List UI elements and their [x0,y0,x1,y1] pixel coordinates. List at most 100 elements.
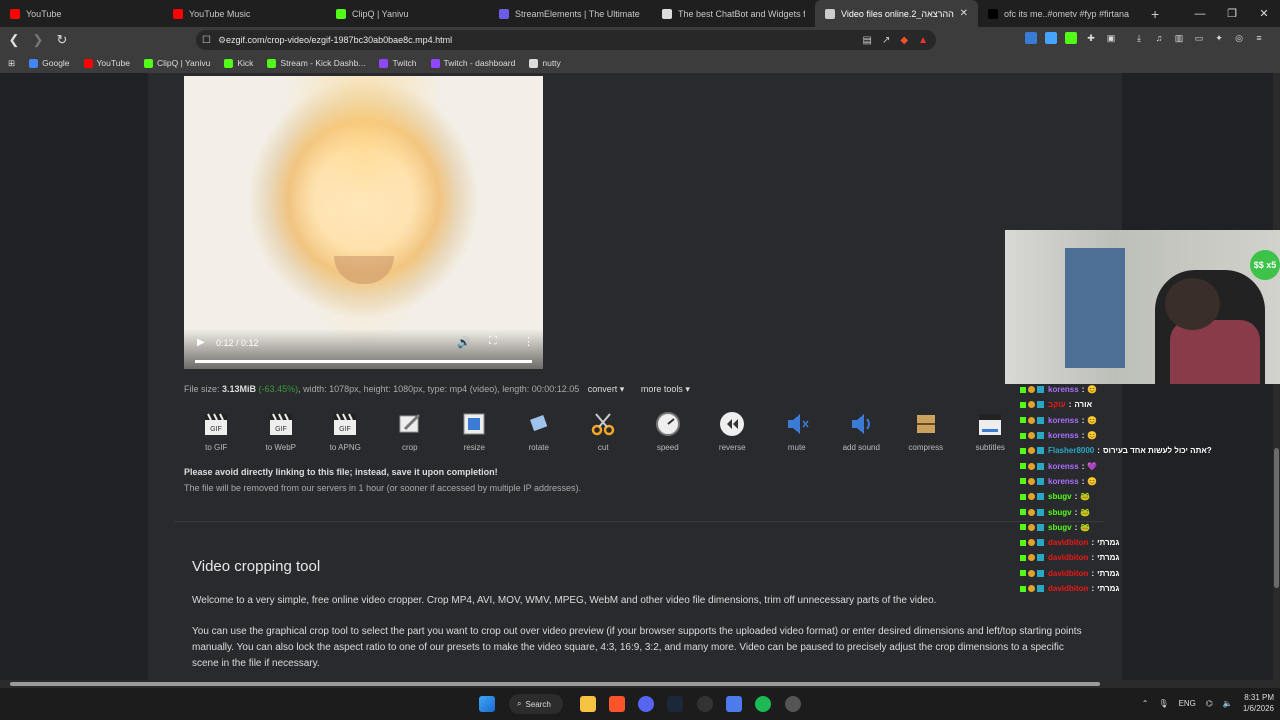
discord-icon[interactable] [638,696,654,712]
rewards-icon[interactable]: ▲ [918,35,928,46]
brave-icon[interactable] [609,696,625,712]
extension-icon[interactable] [1045,32,1057,44]
media-icon[interactable]: ♫ [1153,32,1165,44]
user-badge-icon [1037,447,1044,455]
tool-to-apng-button[interactable]: GIF to APNG [313,409,378,455]
tool-reverse-button[interactable]: reverse [700,409,765,455]
tab-favicon-icon [173,8,183,19]
sidebar-icon[interactable]: ▥ [1173,32,1185,44]
share-icon[interactable]: ↗ [882,35,890,46]
tool-resize-button[interactable]: resize [442,409,507,455]
bookmark-item[interactable]: YouTube [83,58,130,68]
horizontal-scrollbar[interactable] [0,680,1280,688]
reload-icon[interactable]: ↻ [52,32,72,48]
tab-label: ClipQ | Yanivu [352,8,409,19]
clock[interactable]: 8:31 PM 1/6/2026 [1243,692,1274,714]
windows-start-icon[interactable] [479,696,495,712]
bookmark-item[interactable]: ClipQ | Yanivu [143,58,210,68]
apps-icon[interactable]: ⊞ [8,58,15,69]
scrollbar-thumb[interactable] [10,682,1100,686]
tool-crop-button[interactable]: crop [378,409,443,455]
chevron-up-icon[interactable]: ⌃ [1142,699,1149,708]
tool-cut-button[interactable]: cut [571,409,636,455]
browser-tab[interactable]: ClipQ | Yanivu [326,0,489,27]
sub-badge-icon [1028,508,1035,516]
new-tab-button[interactable]: + [1141,0,1169,27]
file-explorer-icon[interactable] [580,696,596,712]
tool-subtitles-button[interactable]: subtitles [958,409,1023,455]
tool-to-gif-button[interactable]: GIF to GIF [184,409,249,455]
minimize-icon[interactable]: — [1184,0,1216,27]
bookmark-item[interactable]: Kick [224,58,253,68]
language-indicator[interactable]: ENG [1179,699,1196,708]
convert-dropdown[interactable]: convert ▾ [588,384,625,394]
network-icon[interactable]: ⌬ [1206,699,1213,708]
chat-message: davidbiton: גמרתי [1020,535,1280,550]
omnibox[interactable]: ☐ ⚙ ezgif.com/crop-video/ezgif-1987bc30a… [196,30,936,50]
bookmark-item[interactable]: Twitch - dashboard [430,58,515,68]
tool-label: resize [463,443,485,452]
site-info-icon[interactable]: ⚙ [218,35,226,46]
menu-icon[interactable]: ≡ [1253,32,1265,44]
browser-tab[interactable]: Video files online.2_יניב ההרצאה✕ [815,0,978,27]
extension-icon[interactable] [1025,32,1037,44]
reader-icon[interactable]: ▤ [863,35,872,46]
close-tab-icon[interactable]: ✕ [954,8,968,19]
sub-badge-icon [1028,447,1035,455]
bookmark-item[interactable]: Twitch [379,58,417,68]
tool-add-sound-button[interactable]: add sound [829,409,894,455]
close-icon[interactable]: ✕ [1248,0,1280,27]
more-options-icon[interactable]: ⋮ [523,335,534,348]
fullscreen-icon[interactable]: ⛶ [489,335,497,348]
tool-mute-button[interactable]: mute [765,409,830,455]
brave-shield-icon[interactable]: ◆ [900,35,908,46]
browser-tab[interactable]: The best ChatBot and Widgets for Ki [652,0,815,27]
kick-badge-icon [1020,509,1026,516]
tool-rotate-button[interactable]: rotate [507,409,572,455]
browser-tab[interactable]: YouTube Music [163,0,326,27]
wallet-icon[interactable]: ▭ [1193,32,1205,44]
tool-to-webp-button[interactable]: GIF to WebP [249,409,314,455]
tab-label: Video files online.2_יניב ההרצאה [841,8,954,19]
chat-message: davidbiton: גמרתי [1020,566,1280,581]
resize-icon [459,409,489,439]
chat-username: Flasher8000 [1048,446,1095,456]
downloads-icon[interactable]: ⤓ [1133,32,1145,44]
bookmark-item[interactable]: Google [29,58,70,68]
tool-compress-button[interactable]: compress [894,409,959,455]
tool-speed-button[interactable]: speed [636,409,701,455]
more-tools-dropdown[interactable]: more tools ▾ [641,384,690,394]
chat-separator: : [1091,553,1095,563]
kick-badge-icon [1020,386,1026,393]
app-icon[interactable] [785,696,801,712]
browser-tab[interactable]: YouTube [0,0,163,27]
back-icon[interactable]: ❮ [4,32,24,48]
bookmark-item[interactable]: nutty [529,58,561,68]
spotify-icon[interactable] [755,696,771,712]
extension-icon[interactable]: ▣ [1105,32,1117,44]
taskbar-search[interactable]: ⌕ Search [509,694,563,714]
extension-icon[interactable] [1065,32,1077,44]
vpn-icon[interactable]: ◎ [1233,32,1245,44]
browser-tab[interactable]: StreamElements | The Ultimate Strea [489,0,652,27]
tab-label: YouTube Music [189,8,251,19]
bookmark-item[interactable]: Stream - Kick Dashb... [267,58,365,68]
video-player[interactable]: ▶ 0:12 / 0:12 🔊 ⛶ ⋮ [184,76,543,369]
app-icon[interactable] [726,696,742,712]
volume-icon[interactable]: 🔈 [1223,699,1233,708]
maximize-icon[interactable]: ❐ [1216,0,1248,27]
bookmark-icon[interactable]: ☐ [202,35,211,46]
obs-icon[interactable] [697,696,713,712]
play-icon[interactable]: ▶ [197,337,205,348]
forward-icon[interactable]: ❯ [28,32,48,48]
leo-icon[interactable]: ✦ [1213,32,1225,44]
steam-icon[interactable] [667,696,683,712]
extensions-puzzle-icon[interactable]: ✚ [1085,32,1097,44]
video-progress-bar[interactable] [195,360,532,363]
microphone-icon[interactable]: 🎙 [1158,699,1168,708]
chat-text: אתה יכול לעשות אחד בעירוס? [1102,446,1212,456]
url-text[interactable]: ezgif.com/crop-video/ezgif-1987bc30ab0ba… [226,35,452,45]
volume-icon[interactable]: 🔊 [457,336,471,349]
page-title: Video cropping tool [192,558,321,575]
browser-tab[interactable]: ofc its me..#ometv #fyp #firtana | Ti [978,0,1141,27]
